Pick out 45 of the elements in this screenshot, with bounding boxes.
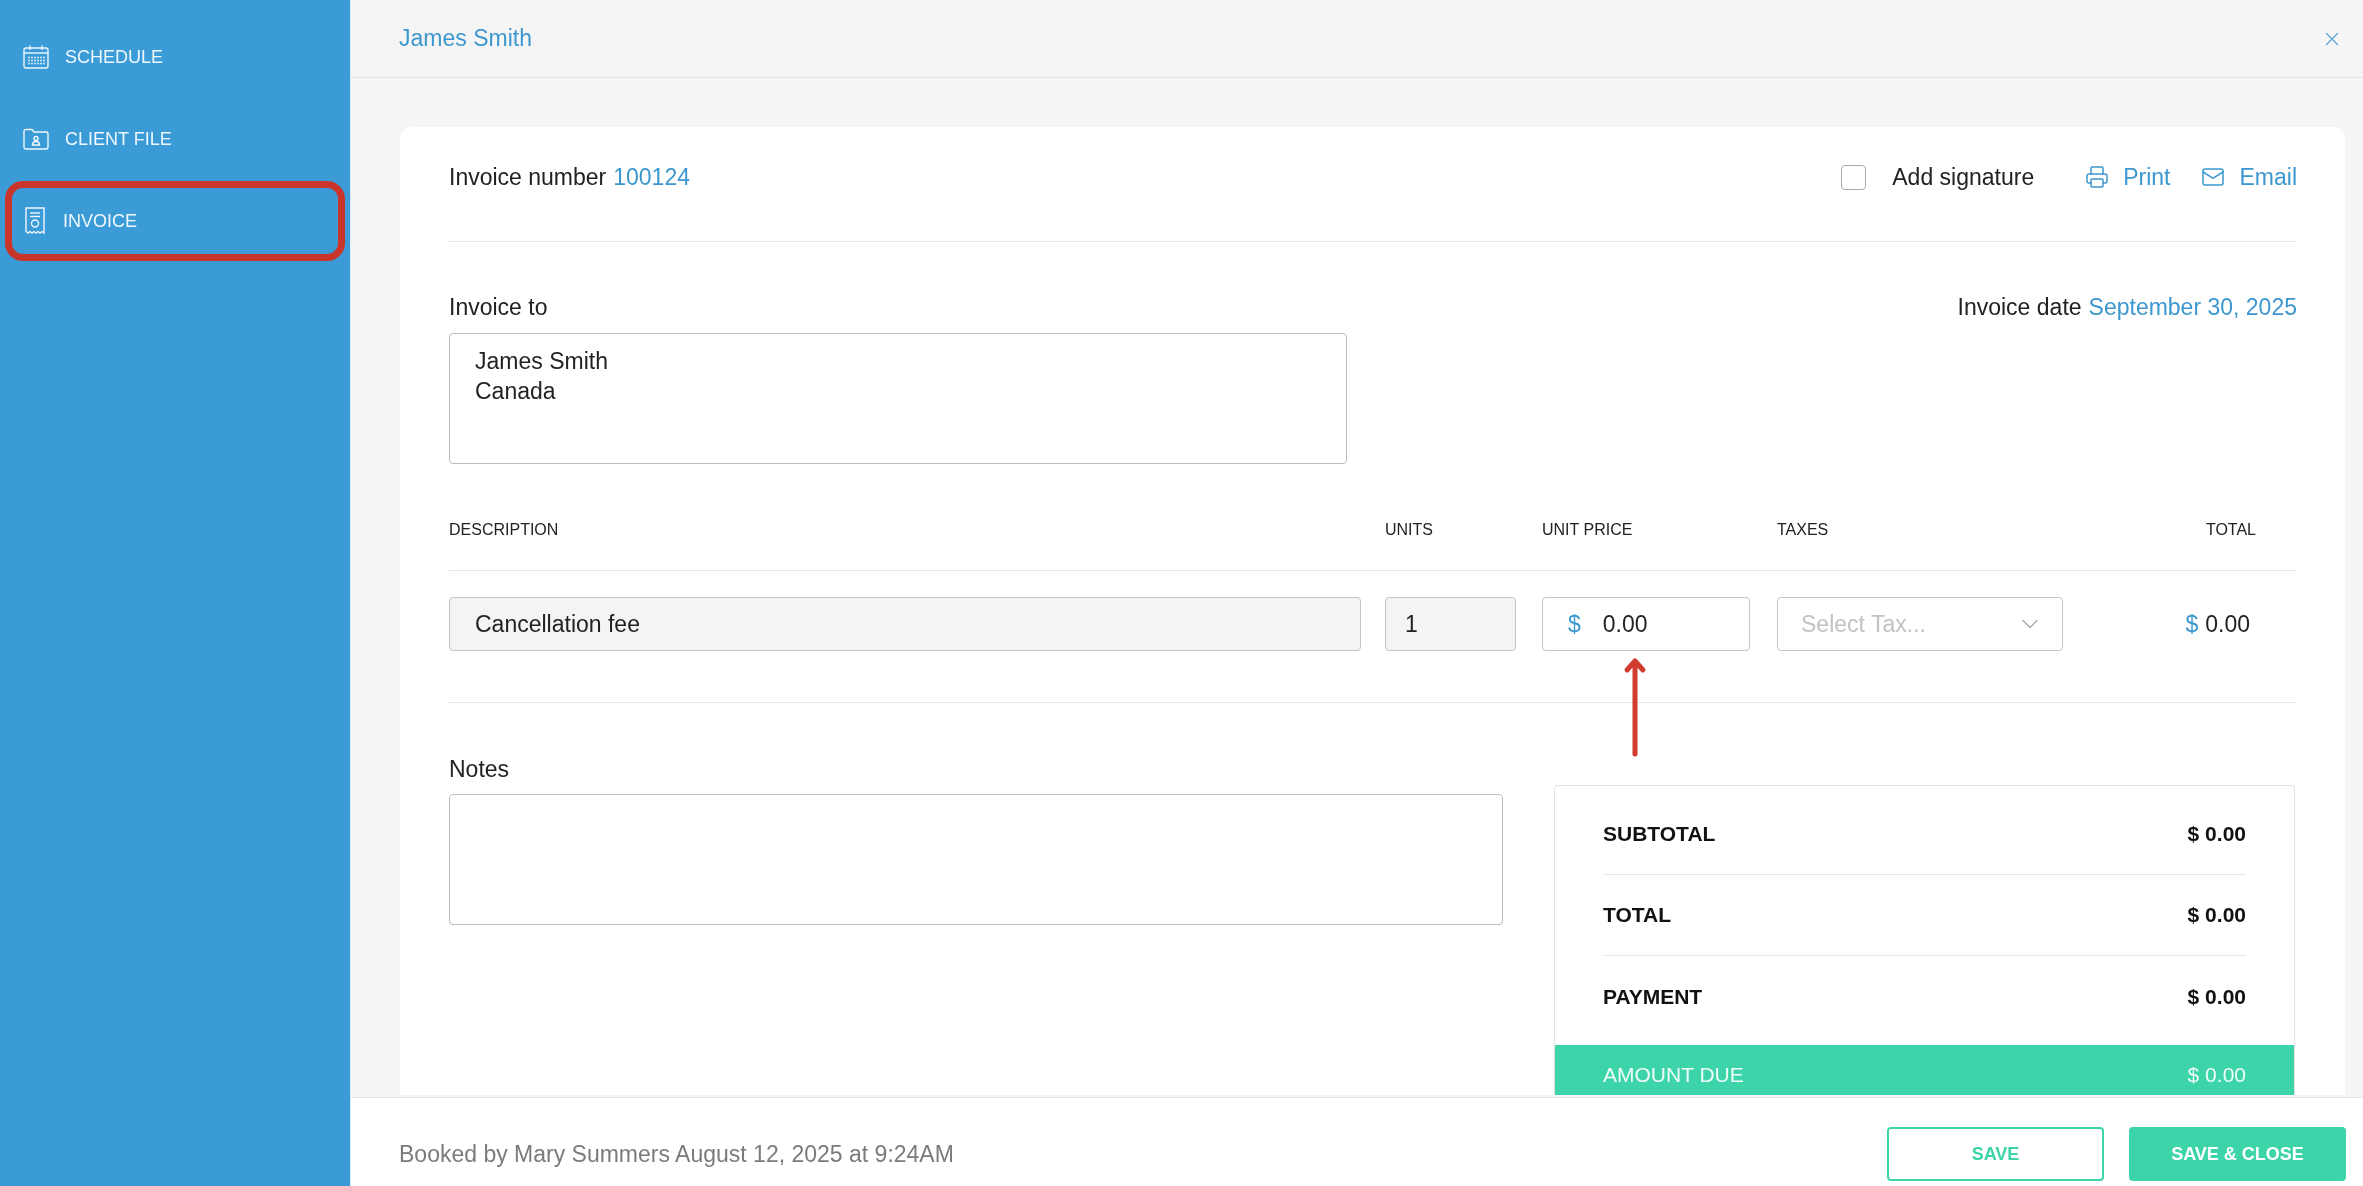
unit-price-field[interactable]: $ 0.00 (1542, 597, 1750, 651)
save-close-button[interactable]: SAVE & CLOSE (2129, 1127, 2346, 1181)
signature-checkbox[interactable] (1841, 164, 1867, 190)
invoice-date-label: Invoice date (1957, 293, 2082, 322)
mail-icon (2201, 165, 2226, 189)
invoice-number-label: Invoice number (449, 162, 607, 192)
address-field[interactable]: James Smith Canada (449, 333, 1347, 464)
notes-field[interactable] (449, 794, 1503, 925)
calendar-icon (23, 45, 49, 69)
invoice-date[interactable]: September 30, 2025 (2088, 292, 2297, 322)
sidebar-item[interactable]: CLIENT FILE (5, 99, 345, 179)
amount-due-label: AMOUNT DUE (1603, 1063, 1744, 1088)
summary-label: SUBTOTAL (1603, 821, 1716, 848)
total-column-header: TOTAL (2205, 520, 2257, 540)
currency-prefix: $ (1568, 609, 1581, 639)
amount-due-value: $ 0.00 (2187, 1063, 2246, 1088)
tax-placeholder: Select Tax... (1801, 609, 1926, 639)
receipt-icon (23, 207, 47, 235)
summary-label: PAYMENT (1603, 983, 1703, 1010)
invoice-number[interactable]: 100124 (613, 159, 690, 195)
tax-select[interactable]: Select Tax... (1777, 597, 2063, 651)
invoice-to-label: Invoice to (449, 293, 548, 322)
units-column-header: UNITS (1385, 520, 1433, 540)
printer-icon (2085, 165, 2110, 189)
client-name[interactable]: James Smith (399, 21, 532, 56)
line-total: 0.00 (2205, 609, 2250, 639)
taxes-column-header: TAXES (1777, 520, 1829, 540)
folder-person-icon (23, 128, 49, 150)
summary-value: $ 0.00 (2187, 983, 2246, 1010)
sidebar-item[interactable]: SCHEDULE (5, 17, 345, 97)
sidebar-item[interactable]: INVOICE (5, 181, 345, 261)
summary-label: TOTAL (1603, 902, 1672, 929)
email-link[interactable]: Email (2201, 159, 2297, 195)
print-link[interactable]: Print (2085, 159, 2171, 195)
save-button[interactable]: SAVE (1887, 1127, 2104, 1181)
summary-value: $ 0.00 (2187, 902, 2246, 929)
signature-label: Add signature (1892, 162, 2035, 192)
unit-price-column-header: UNIT PRICE (1542, 520, 1633, 540)
notes-label: Notes (449, 757, 511, 781)
summary-value: $ 0.00 (2187, 821, 2246, 848)
description-column-header: DESCRIPTION (449, 520, 559, 540)
line-total-currency: $ (2185, 609, 2199, 639)
description-field[interactable]: Cancellation fee (449, 597, 1361, 651)
units-field[interactable]: 1 (1385, 597, 1516, 651)
booking-info: Booked by Mary Summers August 12, 2025 at 9:24AM (399, 1139, 954, 1169)
